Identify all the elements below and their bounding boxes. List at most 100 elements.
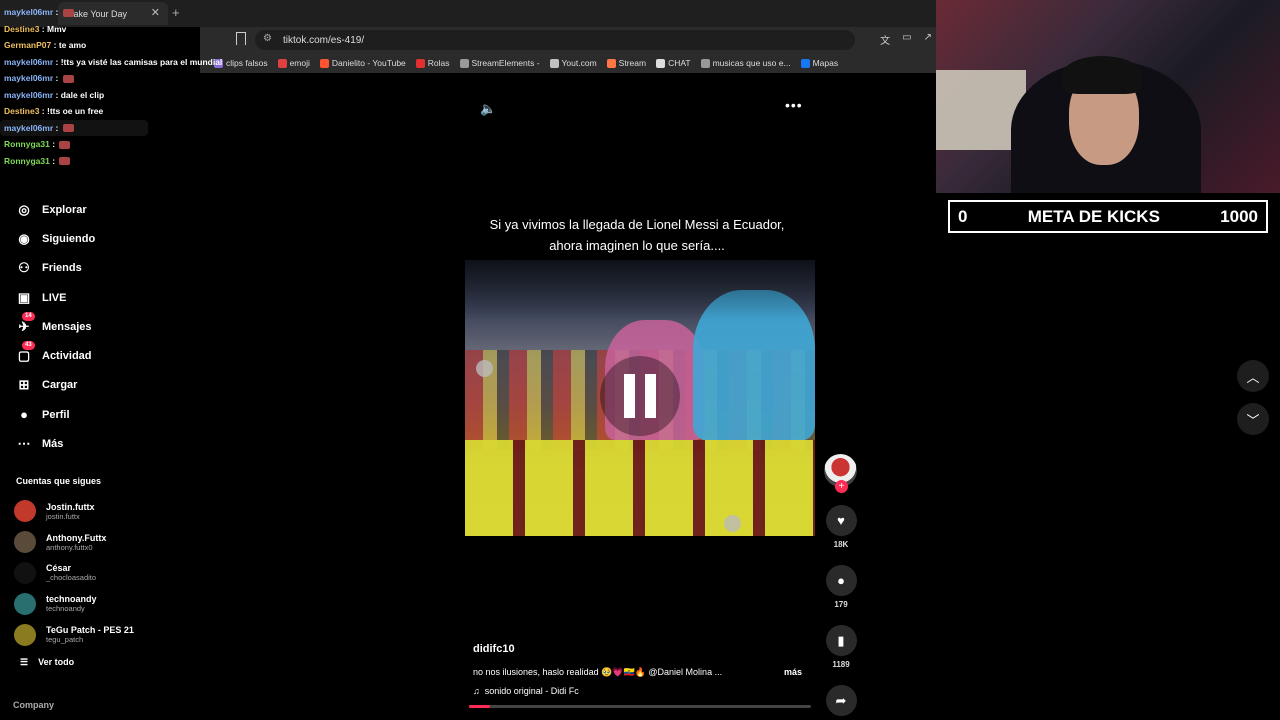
- more-icon: ⋯: [17, 436, 31, 452]
- chat-username: Destine3: [4, 106, 40, 116]
- account-handle: technoandy: [46, 604, 85, 614]
- webcam-person-cap: [1062, 56, 1142, 94]
- sidebar-item-profile[interactable]: ● Perfil: [14, 400, 95, 429]
- sidebar-item-label: Siguiendo: [42, 232, 96, 245]
- chat-username: Ronnyga31: [4, 139, 50, 149]
- url-field[interactable]: ⚙ tiktok.com/es-419/: [255, 30, 855, 50]
- comment-action[interactable]: ● 179: [824, 565, 858, 609]
- previous-video-button[interactable]: ︿: [1237, 360, 1269, 392]
- save-action[interactable]: ▮ 1189: [824, 625, 858, 669]
- bookmark-favicon-icon: [800, 58, 810, 68]
- company-link[interactable]: Company: [13, 700, 54, 710]
- sidebar-item-label: LIVE: [42, 291, 67, 304]
- more-options-icon[interactable]: •••: [785, 97, 803, 113]
- bookmark-item[interactable]: Danielito - YouTube: [319, 58, 406, 68]
- sidebar-item-friends[interactable]: ⚇ Friends: [14, 254, 95, 283]
- emote-icon: [59, 157, 71, 166]
- save-count: 1189: [832, 660, 850, 669]
- comment-count: 179: [834, 600, 848, 609]
- emote-icon: [62, 74, 74, 83]
- bookmark-label: StreamElements -: [471, 58, 540, 68]
- sound-title: sonido original - Didi Fc: [484, 686, 579, 696]
- bookmark-item[interactable]: Stream: [606, 58, 647, 68]
- following-account-item[interactable]: Jostin.futtx jostin.futtx: [14, 496, 134, 527]
- avatar: [14, 623, 36, 646]
- comment-icon[interactable]: ●: [825, 565, 857, 596]
- video-caption: Si ya vivimos la llegada de Lionel Messi…: [465, 214, 809, 256]
- sidebar-item-upload[interactable]: ⊞ Cargar: [14, 371, 95, 400]
- bookmark-label: musicas que uso e...: [712, 58, 791, 68]
- bookmark-label: emoji: [289, 58, 310, 68]
- bookmark-item[interactable]: StreamElements -: [459, 58, 540, 68]
- sidebar-item-following[interactable]: ◉ Siguiendo: [14, 224, 95, 253]
- avatar: [14, 561, 36, 584]
- bookmark-item[interactable]: Rolas: [415, 58, 450, 68]
- bookmark-label: clips falsos: [226, 58, 268, 68]
- avatar: [14, 592, 36, 615]
- chat-username: Ronnyga31: [4, 155, 50, 166]
- bookmark-item[interactable]: emoji: [277, 58, 310, 68]
- kicks-goal-bar: 0 META DE KICKS 1000: [948, 200, 1268, 233]
- see-all-link[interactable]: ☰ Ver todo: [20, 657, 74, 668]
- following-account-item[interactable]: César _chocloasadito: [14, 558, 134, 589]
- kicks-goal: 1000: [1220, 206, 1258, 226]
- bookmark-favicon-icon: [319, 58, 329, 68]
- drag-handle-dot: [724, 515, 741, 532]
- share-arrow-icon[interactable]: ➦: [825, 685, 857, 716]
- action-rail: + ♥ 18K ● 179 ▮ 1189 ➦ 2842: [824, 454, 858, 720]
- video-sound[interactable]: ♫ sonido original - Didi Fc: [473, 686, 579, 696]
- share-icon[interactable]: ↗: [924, 32, 932, 47]
- chat-separator: :: [39, 106, 47, 116]
- bookmark-item[interactable]: CHAT: [656, 58, 691, 68]
- chat-message: maykel06mr :: [0, 4, 200, 21]
- bookmark-icon[interactable]: [236, 32, 246, 45]
- bookmark-favicon-icon: [700, 58, 710, 68]
- video-author[interactable]: didifc10: [473, 643, 515, 655]
- chat-separator: :: [53, 122, 61, 133]
- activity-icon: ▢ 43: [14, 341, 35, 366]
- creator-avatar[interactable]: +: [824, 454, 857, 493]
- drag-handle-dot: [476, 360, 493, 377]
- follow-plus-icon[interactable]: +: [835, 480, 848, 493]
- account-name: Anthony.Futtx: [46, 532, 107, 543]
- music-note-icon: ♫: [473, 686, 480, 696]
- bookmark-favicon-icon: [549, 58, 559, 68]
- following-account-item[interactable]: Anthony.Futtx anthony.futtx0: [14, 527, 134, 558]
- bookmark-label: Stream: [618, 58, 647, 68]
- bookmark-item[interactable]: Yout.com: [549, 58, 597, 68]
- chat-message: Destine3 : !tts oe un free: [0, 103, 200, 120]
- chat-separator: :: [53, 89, 61, 100]
- translate-icon[interactable]: 文: [880, 32, 890, 47]
- video-progress-bar[interactable]: [469, 705, 811, 708]
- volume-icon[interactable]: 🔈: [480, 101, 496, 117]
- pause-icon[interactable]: [600, 356, 680, 436]
- site-info-icon[interactable]: ⚙: [263, 33, 272, 44]
- following-accounts-title: Cuentas que sigues: [16, 476, 102, 486]
- bookmark-item[interactable]: musicas que uso e...: [700, 58, 791, 68]
- description-more-button[interactable]: más: [784, 667, 802, 677]
- compass-icon: ◎: [18, 201, 30, 217]
- cast-icon[interactable]: ▭: [902, 32, 911, 47]
- sidebar-item-more[interactable]: ⋯ Más: [14, 429, 95, 458]
- browser-address-bar: ⚙ tiktok.com/es-419/ 文 ▭ ↗: [200, 27, 936, 53]
- next-video-button[interactable]: ﹀: [1237, 403, 1269, 435]
- bookmark-favicon-icon: [415, 58, 425, 68]
- like-action[interactable]: ♥ 18K: [824, 505, 858, 549]
- bookmark-save-icon[interactable]: ▮: [825, 625, 857, 656]
- chat-separator: :: [49, 139, 58, 149]
- heart-icon[interactable]: ♥: [825, 505, 857, 536]
- profile-icon: ●: [20, 407, 28, 423]
- following-account-item[interactable]: TeGu Patch - PES 21 tegu_patch: [14, 619, 134, 650]
- chat-text: !tts ya visté las camisas para el mundia…: [60, 56, 223, 67]
- following-account-item[interactable]: technoandy technoandy: [14, 588, 134, 619]
- sidebar-item-compass[interactable]: ◎ Explorar: [14, 195, 95, 224]
- bookmark-label: Yout.com: [561, 58, 597, 68]
- sidebar-item-live[interactable]: ▣ LIVE: [14, 283, 95, 312]
- sidebar-item-messages[interactable]: ✈ 14 Mensajes: [14, 311, 95, 341]
- bookmark-item[interactable]: Mapas: [800, 58, 838, 68]
- share-action[interactable]: ➦ 2842: [824, 685, 858, 720]
- chevron-down-icon: ﹀: [1246, 412, 1260, 428]
- chat-message: maykel06mr :: [0, 70, 200, 87]
- sidebar-item-activity[interactable]: ▢ 43 Actividad: [14, 341, 95, 370]
- chat-username: GermanP07: [4, 40, 52, 50]
